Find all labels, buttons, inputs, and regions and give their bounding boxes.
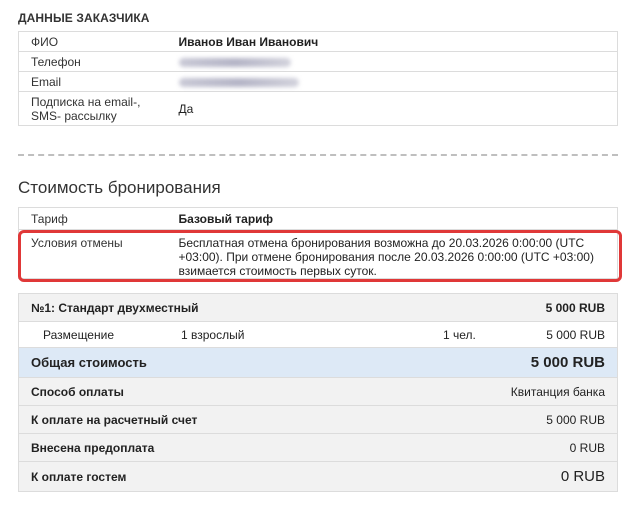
customer-section-heading: ДАННЫЕ ЗАКАЗЧИКА bbox=[18, 11, 150, 25]
phone-redacted bbox=[178, 57, 291, 67]
prepaid-row: Внесена предоплата 0 RUB bbox=[19, 433, 617, 461]
phone-value bbox=[166, 51, 618, 72]
room-price: 5 000 RUB bbox=[545, 300, 605, 315]
tariff-label: Тариф bbox=[18, 207, 167, 230]
guest-pays-value: 0 RUB bbox=[560, 468, 605, 485]
cost-table: №1: Стандарт двухместный 5 000 RUB Разме… bbox=[18, 293, 618, 492]
guest-pays-row: К оплате гостем 0 RUB bbox=[19, 461, 617, 491]
prepaid-value: 0 RUB bbox=[569, 440, 605, 455]
name-value: Иванов Иван Иванович bbox=[166, 31, 618, 52]
customer-row-email: Email bbox=[18, 71, 618, 92]
cancellation-highlight-frame bbox=[18, 230, 622, 282]
subscription-value: Да bbox=[166, 91, 618, 126]
customer-table: ФИО Иванов Иван Иванович Телефон Email П… bbox=[18, 31, 618, 126]
placement-label: Размещение bbox=[43, 327, 114, 342]
total-label: Общая стоимость bbox=[31, 355, 147, 370]
payment-method-label: Способ оплаты bbox=[31, 384, 124, 399]
subscription-label: Подписка на email-, SMS- рассылку bbox=[18, 91, 167, 126]
room-row: №1: Стандарт двухместный 5 000 RUB bbox=[19, 294, 617, 321]
email-label: Email bbox=[18, 71, 167, 92]
phone-label: Телефон bbox=[18, 51, 167, 72]
tariff-value: Базовый тариф bbox=[166, 207, 618, 230]
payment-method-row: Способ оплаты Квитанция банка bbox=[19, 377, 617, 405]
payment-method-value: Квитанция банка bbox=[510, 384, 605, 399]
total-row: Общая стоимость 5 000 RUB bbox=[19, 347, 617, 377]
placement-persons: 1 чел. bbox=[443, 327, 476, 342]
customer-row-phone: Телефон bbox=[18, 51, 618, 72]
prepaid-label: Внесена предоплата bbox=[31, 440, 155, 455]
to-account-row: К оплате на расчетный счет 5 000 RUB bbox=[19, 405, 617, 433]
booking-cost-title: Стоимость бронирования bbox=[18, 178, 221, 197]
placement-price: 5 000 RUB bbox=[546, 327, 605, 342]
tariff-row: Тариф Базовый тариф bbox=[18, 207, 618, 230]
customer-row-subscription: Подписка на email-, SMS- рассылку Да bbox=[18, 91, 618, 126]
room-name: №1: Стандарт двухместный bbox=[31, 300, 199, 315]
email-redacted bbox=[178, 77, 299, 87]
guest-pays-label: К оплате гостем bbox=[31, 469, 127, 484]
name-label: ФИО bbox=[18, 31, 167, 52]
total-amount: 5 000 RUB bbox=[530, 354, 605, 371]
to-account-label: К оплате на расчетный счет bbox=[31, 412, 198, 427]
placement-row: Размещение 1 взрослый 1 чел. 5 000 RUB bbox=[19, 321, 617, 347]
customer-row-name: ФИО Иванов Иван Иванович bbox=[18, 31, 618, 52]
email-value bbox=[166, 71, 618, 92]
section-divider bbox=[18, 154, 618, 156]
to-account-value: 5 000 RUB bbox=[546, 412, 605, 427]
placement-guests: 1 взрослый bbox=[181, 327, 245, 342]
